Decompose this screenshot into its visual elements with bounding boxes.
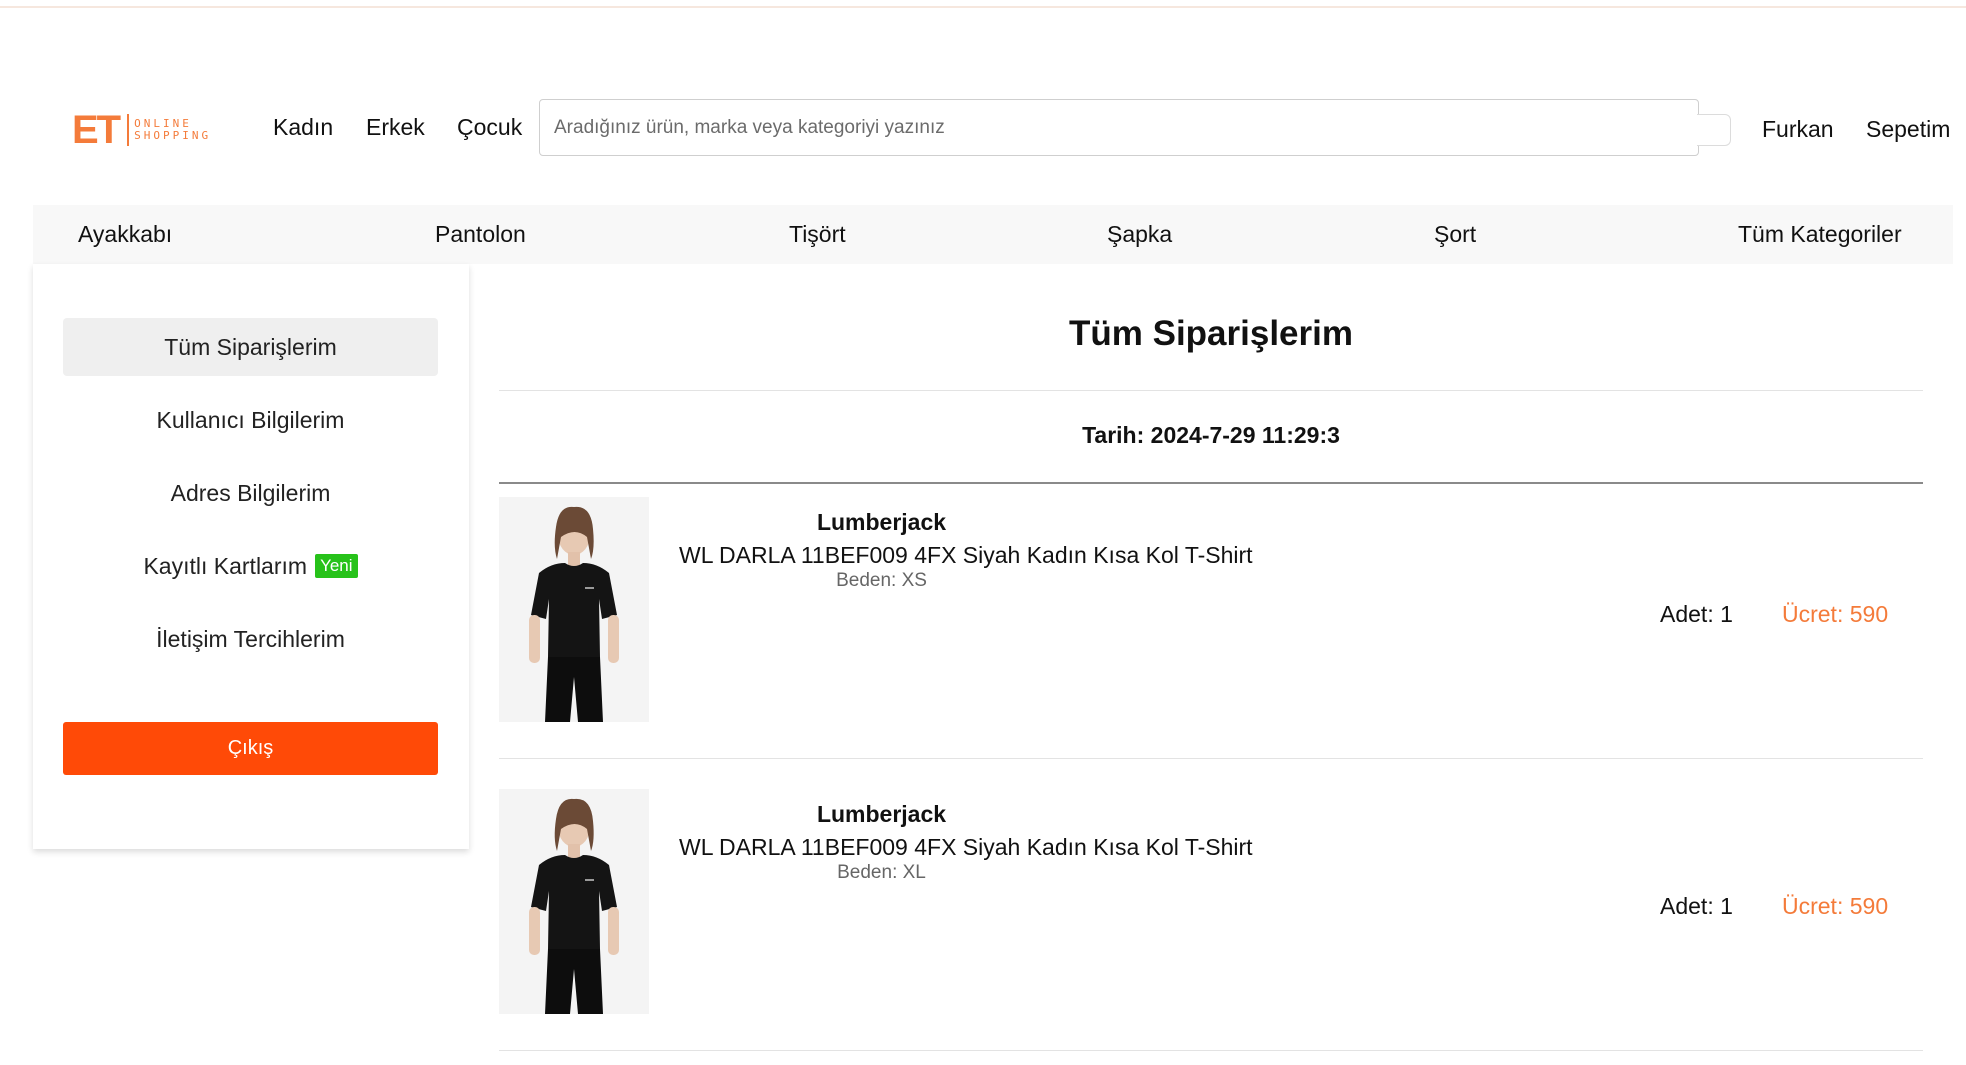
account-sidebar: Tüm Siparişlerim Kullanıcı Bilgilerim Ad… [33, 264, 469, 849]
product-price: Ücret: 590 [1782, 893, 1889, 919]
page-title: Tüm Siparişlerim [1069, 314, 1353, 353]
item-divider [499, 758, 1923, 759]
product-size: Beden: XL [837, 862, 926, 883]
product-image[interactable] [499, 497, 649, 722]
logout-button[interactable]: Çıkış [63, 722, 438, 775]
new-badge: Yeni [315, 554, 358, 578]
nav-cocuk-link[interactable]: Çocuk [457, 114, 522, 141]
category-ayakkabi[interactable]: Ayakkabı [78, 221, 172, 248]
product-name[interactable]: WL DARLA 11BEF009 4FX Siyah Kadın Kısa K… [679, 834, 1253, 861]
logo-divider [127, 114, 130, 146]
sidebar-item-communication-prefs[interactable]: İletişim Tercihlerim [63, 610, 438, 668]
sidebar-item-saved-cards[interactable]: Kayıtlı Kartlarım Yeni [63, 537, 438, 595]
order-header-divider [499, 482, 1923, 484]
product-brand: Lumberjack [816, 509, 947, 535]
product-brand: Lumberjack [816, 801, 947, 827]
category-pantolon[interactable]: Pantolon [435, 221, 526, 248]
sidebar-item-orders[interactable]: Tüm Siparişlerim [63, 318, 438, 376]
category-bar: Ayakkabı Pantolon Tişört Şapka Şort Tüm … [33, 205, 1953, 264]
item-divider [499, 1050, 1923, 1051]
sidebar-item-label: İletişim Tercihlerim [156, 625, 345, 652]
nav-erkek-link[interactable]: Erkek [366, 114, 425, 141]
product-price: Ücret: 590 [1782, 601, 1889, 627]
category-sapka[interactable]: Şapka [1107, 221, 1172, 248]
title-divider [499, 390, 1923, 391]
sidebar-item-addresses[interactable]: Adres Bilgilerim [63, 464, 438, 522]
sidebar-item-label: Kullanıcı Bilgilerim [156, 406, 345, 433]
product-name[interactable]: WL DARLA 11BEF009 4FX Siyah Kadın Kısa K… [679, 542, 1253, 569]
order-item: Lumberjack WL DARLA 11BEF009 4FX Siyah K… [499, 789, 1923, 1019]
product-quantity: Adet: 1 [1660, 601, 1733, 627]
category-all[interactable]: Tüm Kategoriler [1738, 221, 1902, 248]
order-item: Lumberjack WL DARLA 11BEF009 4FX Siyah K… [499, 497, 1923, 727]
user-account-link[interactable]: Furkan [1762, 116, 1834, 143]
search-button[interactable] [1697, 114, 1731, 146]
category-tisort[interactable]: Tişört [789, 221, 846, 248]
sidebar-item-user-info[interactable]: Kullanıcı Bilgilerim [63, 391, 438, 449]
nav-kadin-link[interactable]: Kadın [273, 114, 333, 141]
orders-panel: Tüm Siparişlerim Tarih: 2024-7-29 11:29:… [499, 264, 1923, 1065]
cart-link[interactable]: Sepetim [1866, 116, 1950, 143]
sidebar-item-label: Tüm Siparişlerim [164, 333, 337, 360]
site-header: ET ONLINE SHOPPING Kadın Erkek Çocuk Fur… [0, 0, 1966, 200]
order-date: Tarih: 2024-7-29 11:29:3 [1082, 422, 1340, 448]
product-size: Beden: XS [836, 570, 927, 591]
site-logo[interactable]: ET ONLINE SHOPPING [72, 110, 214, 150]
logo-tagline: ONLINE SHOPPING [134, 118, 211, 142]
logo-line-2: SHOPPING [134, 129, 212, 142]
category-sort[interactable]: Şort [1434, 221, 1476, 248]
sidebar-item-label: Kayıtlı Kartlarım [143, 552, 308, 579]
product-image[interactable] [499, 789, 649, 1014]
logo-mark: ET [72, 108, 121, 152]
product-quantity: Adet: 1 [1660, 893, 1733, 919]
search-input[interactable] [539, 99, 1699, 156]
sidebar-item-label: Adres Bilgilerim [170, 479, 331, 506]
